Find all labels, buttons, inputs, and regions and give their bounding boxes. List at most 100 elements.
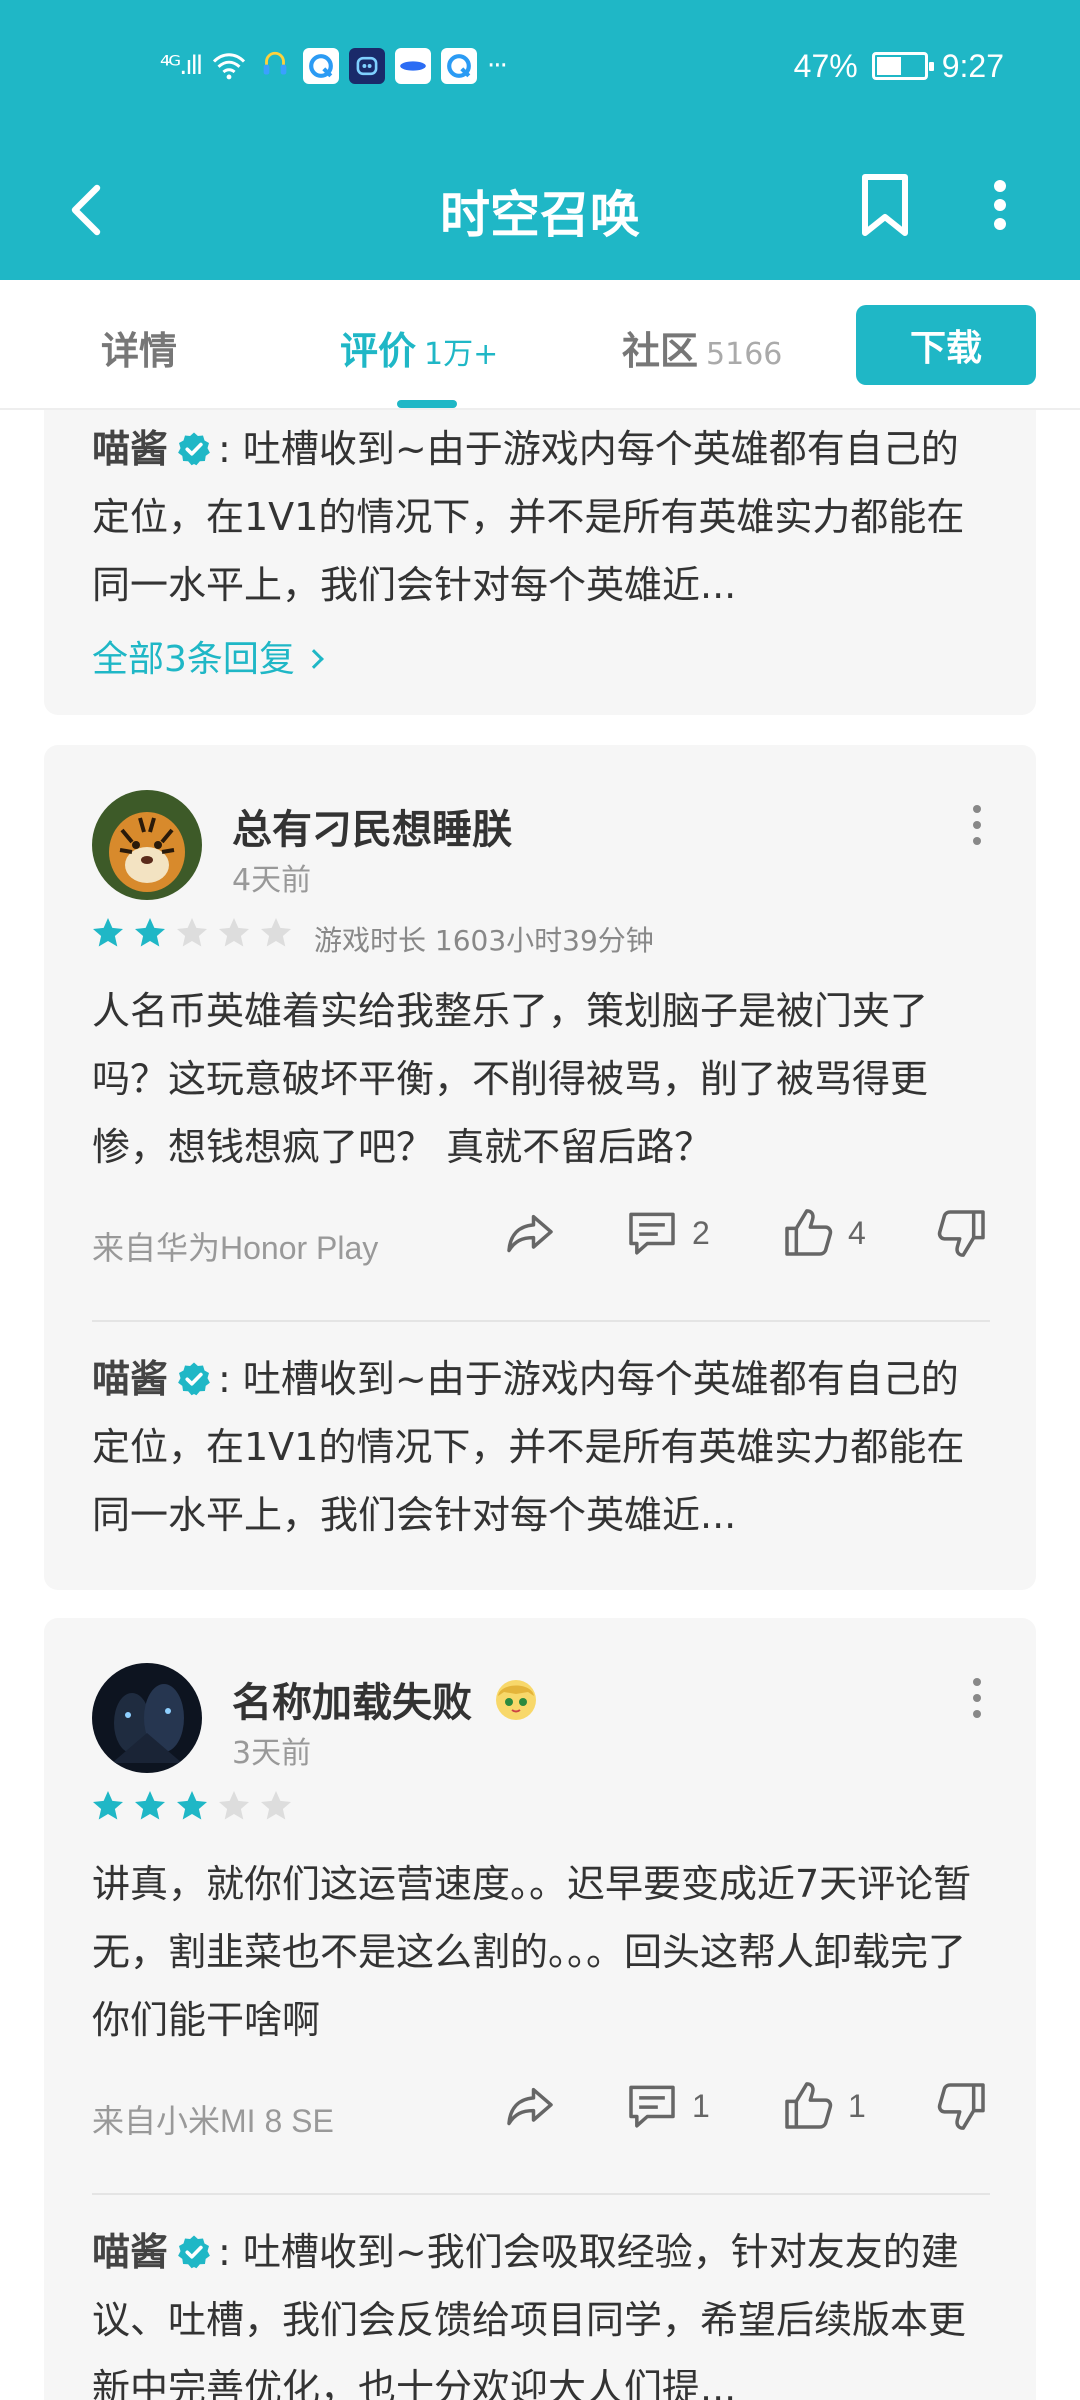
chat-app-icon bbox=[395, 48, 432, 84]
dislike-button[interactable] bbox=[934, 1205, 990, 1261]
share-button[interactable] bbox=[502, 1205, 558, 1261]
signal-icon: ⁴ᴳ.ıll bbox=[160, 51, 203, 81]
star-empty-icon bbox=[216, 1788, 252, 1824]
tab-details-label: 详情 bbox=[101, 329, 178, 373]
comment-icon bbox=[624, 2078, 680, 2134]
bookmark-button[interactable] bbox=[845, 160, 925, 250]
view-all-replies-link[interactable]: 全部3条回复 bbox=[92, 630, 324, 682]
review-more-button[interactable] bbox=[962, 795, 992, 855]
tab-reviews[interactable]: 评价 1万+ bbox=[340, 320, 498, 375]
tab-reviews-label: 评价 bbox=[340, 329, 417, 373]
review-text: 人名币英雄着实给我整乐了，策划脑子是被门夹了吗？这玩意破坏平衡，不削得被骂，削了… bbox=[92, 989, 929, 1169]
view-all-replies-label: 全部3条回复 bbox=[92, 639, 295, 680]
like-button[interactable]: 1 bbox=[780, 2078, 866, 2134]
star-empty-icon bbox=[258, 915, 294, 951]
wifi-icon bbox=[211, 48, 247, 84]
reply-text: : 吐槽收到~我们会吸取经验，针对友友的建议、吐槽，我们会反馈给项目同学，希望后… bbox=[92, 2230, 967, 2400]
comment-count: 2 bbox=[692, 1214, 710, 1251]
divider bbox=[92, 2193, 990, 2195]
star-empty-icon bbox=[258, 1788, 294, 1824]
reviewer-name-text: 名称加载失败 bbox=[232, 1680, 472, 1726]
browser-app-icon bbox=[441, 48, 478, 84]
developer-reply[interactable]: 喵酱: 吐槽收到~由于游戏内每个英雄都有自己的定位，在1V1的情况下，并不是所有… bbox=[92, 1345, 990, 1549]
play-time: 游戏时长 1603小时39分钟 bbox=[314, 924, 654, 957]
overflow-icon: ··· bbox=[487, 51, 508, 81]
reply-text: : 吐槽收到~由于游戏内每个英雄都有自己的定位，在1V1的情况下，并不是所有英雄… bbox=[92, 1357, 965, 1537]
review-card: 总有刁民想睡朕 4天前 游戏时长 1603小时39分钟 人名币英雄着实给我整乐了… bbox=[44, 745, 1036, 1590]
star-rating bbox=[90, 915, 294, 951]
share-icon bbox=[502, 1205, 558, 1261]
download-button[interactable]: 下载 bbox=[856, 305, 1036, 385]
reply-text: : 吐槽收到~由于游戏内每个英雄都有自己的定位，在1V1的情况下，并不是所有英雄… bbox=[92, 427, 965, 607]
like-count: 4 bbox=[848, 1214, 866, 1251]
status-bar: ⁴ᴳ.ıll ··· 47% 9:27 bbox=[0, 0, 1080, 135]
star-filled-icon bbox=[132, 915, 168, 951]
notify-app-icon bbox=[303, 48, 340, 84]
thumbs-up-icon bbox=[780, 1205, 836, 1261]
tiger-avatar-icon bbox=[92, 790, 202, 900]
comment-icon bbox=[624, 1205, 680, 1261]
share-button[interactable] bbox=[502, 2078, 558, 2134]
battery-percent: 47% bbox=[793, 47, 858, 84]
reviewer-name[interactable]: 名称加载失败 bbox=[232, 1670, 540, 1728]
reply-author: 喵酱 bbox=[92, 1357, 169, 1401]
developer-reply: 喵酱: 吐槽收到~由于游戏内每个英雄都有自己的定位，在1V1的情况下，并不是所有… bbox=[92, 415, 990, 619]
avatar[interactable] bbox=[92, 1663, 202, 1773]
chevron-right-icon bbox=[304, 649, 324, 669]
comment-count: 1 bbox=[692, 2087, 710, 2124]
status-icons-right: 47% 9:27 bbox=[794, 46, 1004, 86]
verified-badge-icon bbox=[176, 2234, 212, 2270]
title-bar: 时空召唤 bbox=[0, 135, 1080, 280]
review-more-button[interactable] bbox=[962, 1668, 992, 1728]
avatar[interactable] bbox=[92, 790, 202, 900]
verified-badge-icon bbox=[176, 1361, 212, 1397]
star-filled-icon bbox=[132, 1788, 168, 1824]
dark-figure-avatar-icon bbox=[92, 1663, 202, 1773]
review-card: 喵酱: 吐槽收到~由于游戏内每个英雄都有自己的定位，在1V1的情况下，并不是所有… bbox=[44, 410, 1036, 715]
review-time: 3天前 bbox=[232, 1736, 312, 1771]
reply-author: 喵酱 bbox=[92, 427, 169, 471]
app-header: ⁴ᴳ.ıll ··· 47% 9:27 时空召唤 bbox=[0, 0, 1080, 280]
more-options-button[interactable] bbox=[970, 160, 1030, 250]
review-time: 4天前 bbox=[232, 863, 312, 898]
review-text: 讲真，就你们这运营速度。。迟早要变成近7天评论暂无，割韭菜也不是这么割的。。。回… bbox=[92, 1862, 972, 2042]
reviewer-name[interactable]: 总有刁民想睡朕 bbox=[232, 797, 512, 855]
review-device: 来自小米MI 8 SE bbox=[92, 2103, 334, 2139]
status-icons-left: ⁴ᴳ.ıll ··· bbox=[160, 46, 508, 86]
thumbs-up-icon bbox=[780, 2078, 836, 2134]
comment-button[interactable]: 2 bbox=[624, 1205, 710, 1261]
tab-reviews-count: 1万+ bbox=[424, 337, 499, 372]
star-empty-icon bbox=[174, 915, 210, 951]
tab-bar: 详情 评价 1万+ 社区 5166 下载 bbox=[0, 280, 1080, 410]
star-filled-icon bbox=[90, 915, 126, 951]
review-list[interactable]: 喵酱: 吐槽收到~由于游戏内每个英雄都有自己的定位，在1V1的情况下，并不是所有… bbox=[0, 410, 1080, 2400]
star-filled-icon bbox=[90, 1788, 126, 1824]
dislike-button[interactable] bbox=[934, 2078, 990, 2134]
headset-icon bbox=[257, 48, 293, 84]
star-empty-icon bbox=[216, 915, 252, 951]
star-filled-icon bbox=[174, 1788, 210, 1824]
thumbs-down-icon bbox=[934, 2078, 990, 2134]
tab-community[interactable]: 社区 5166 bbox=[622, 320, 782, 375]
more-vertical-icon bbox=[994, 180, 1006, 230]
share-icon bbox=[502, 2078, 558, 2134]
bot-app-icon bbox=[349, 48, 386, 84]
verified-badge-icon bbox=[176, 431, 212, 467]
review-card: 名称加载失败 3天前 讲真，就你们这运营速度。。迟早要变成近7天评论暂无，割韭菜… bbox=[44, 1618, 1036, 2400]
bookmark-icon bbox=[862, 174, 908, 236]
comment-button[interactable]: 1 bbox=[624, 2078, 710, 2134]
review-device: 来自华为Honor Play bbox=[92, 1230, 379, 1266]
tab-details[interactable]: 详情 bbox=[101, 320, 177, 375]
thumbs-down-icon bbox=[934, 1205, 990, 1261]
like-count: 1 bbox=[848, 2087, 866, 2124]
active-tab-indicator bbox=[397, 400, 457, 408]
tab-community-label: 社区 bbox=[622, 329, 699, 373]
divider bbox=[92, 1320, 990, 1322]
anime-girl-badge-icon bbox=[495, 1680, 536, 1720]
tab-community-count: 5166 bbox=[706, 337, 783, 372]
battery-icon bbox=[871, 52, 934, 80]
star-rating bbox=[90, 1788, 294, 1824]
clock: 9:27 bbox=[941, 47, 1004, 84]
developer-reply[interactable]: 喵酱: 吐槽收到~我们会吸取经验，针对友友的建议、吐槽，我们会反馈给项目同学，希… bbox=[92, 2218, 990, 2400]
like-button[interactable]: 4 bbox=[780, 1205, 866, 1261]
